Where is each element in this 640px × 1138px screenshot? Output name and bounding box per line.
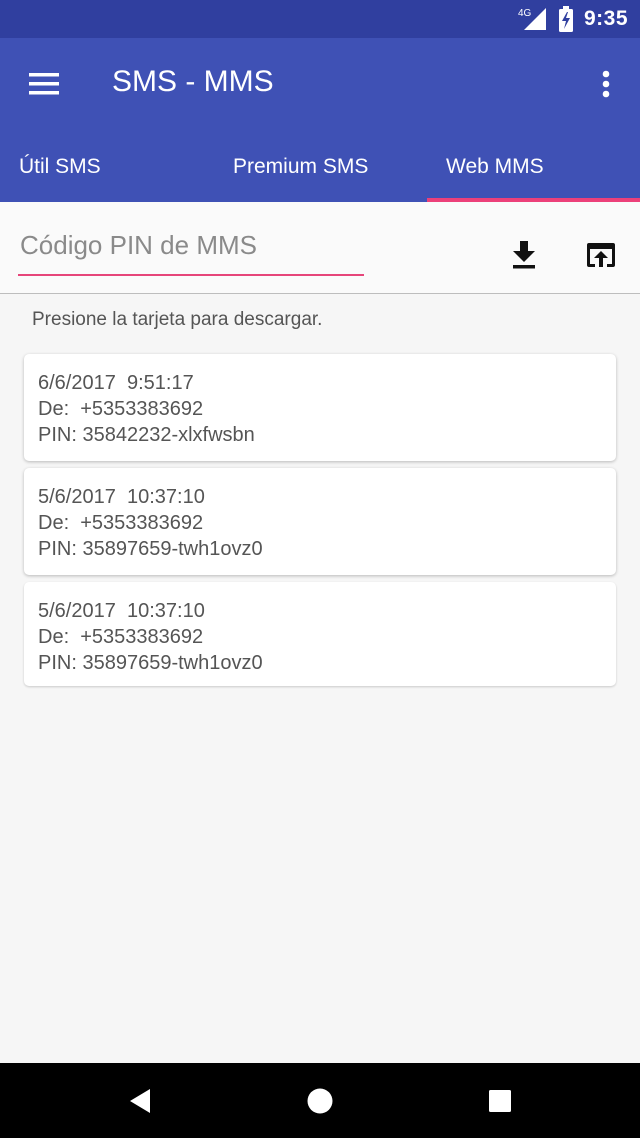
- tab-premium-sms[interactable]: Premium SMS: [233, 132, 368, 202]
- message-card[interactable]: 6/6/2017 9:51:17 De: +5353383692 PIN: 35…: [24, 354, 616, 461]
- status-bar: 4G 9:35: [0, 0, 640, 38]
- app-bar: SMS - MMS Útil SMS Premium SMS Web MMS: [0, 38, 640, 202]
- hint-text: Presione la tarjeta para descargar.: [32, 309, 323, 330]
- home-icon: [307, 1088, 333, 1114]
- tab-util-sms[interactable]: Útil SMS: [19, 132, 101, 202]
- signal-icon: 4G: [518, 6, 548, 32]
- app-title: SMS - MMS: [112, 65, 274, 98]
- message-sender: De: +5353383692: [38, 626, 204, 648]
- tab-web-mms[interactable]: Web MMS: [446, 132, 544, 202]
- recents-button[interactable]: [486, 1087, 514, 1115]
- pin-area: [0, 202, 640, 294]
- message-date: 6/6/2017 9:51:17: [38, 372, 194, 394]
- message-date: 5/6/2017 10:37:10: [38, 600, 205, 622]
- message-pin: PIN: 35897659-twh1ovz0: [38, 538, 263, 560]
- tab-bar: Útil SMS Premium SMS Web MMS: [0, 132, 640, 202]
- download-button[interactable]: [503, 234, 545, 276]
- message-card[interactable]: 5/6/2017 10:37:10 De: +5353383692 PIN: 3…: [24, 468, 616, 575]
- status-icons: 4G 9:35: [518, 6, 628, 32]
- battery-charging-icon: [558, 6, 574, 32]
- network-type: 4G: [518, 8, 532, 19]
- message-pin: PIN: 35842232-xlxfwsbn: [38, 424, 255, 446]
- menu-button[interactable]: [20, 60, 68, 108]
- pin-input[interactable]: [18, 226, 364, 276]
- menu-icon: [29, 73, 59, 95]
- status-time: 9:35: [583, 7, 628, 30]
- message-sender: De: +5353383692: [38, 512, 204, 534]
- home-button[interactable]: [306, 1087, 334, 1115]
- message-card[interactable]: 5/6/2017 10:37:10 De: +5353383692 PIN: 3…: [24, 582, 616, 686]
- message-pin: PIN: 35897659-twh1ovz0: [38, 652, 263, 674]
- upload-button[interactable]: [580, 234, 622, 276]
- message-list: 6/6/2017 9:51:17 De: +5353383692 PIN: 35…: [24, 354, 616, 693]
- back-button[interactable]: [126, 1087, 154, 1115]
- more-vert-icon: [602, 70, 610, 98]
- overflow-menu-button[interactable]: [586, 60, 626, 108]
- back-icon: [130, 1089, 150, 1113]
- system-nav-bar: [0, 1063, 640, 1138]
- recents-icon: [489, 1090, 511, 1112]
- message-date: 5/6/2017 10:37:10: [38, 486, 205, 508]
- upload-icon: [587, 243, 615, 267]
- message-sender: De: +5353383692: [38, 398, 204, 420]
- download-icon: [513, 241, 535, 269]
